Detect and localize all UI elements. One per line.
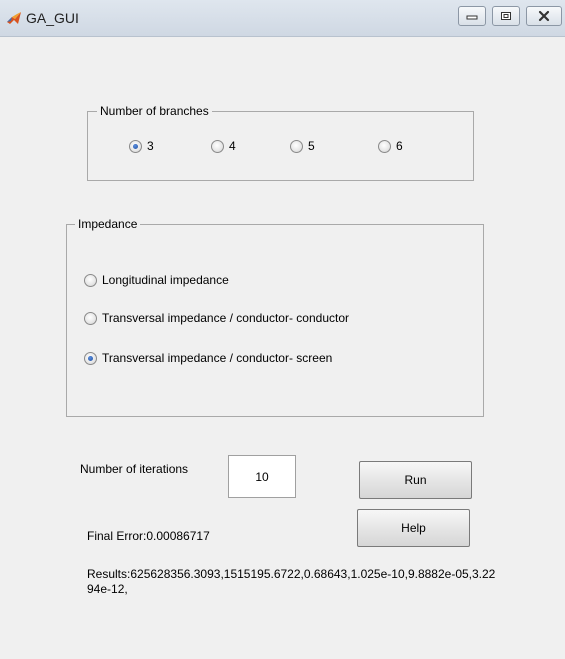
impedance-radio-conductor-conductor[interactable]: Transversal impedance / conductor- condu… [84, 311, 349, 325]
impedance-radio-conductor-screen[interactable]: Transversal impedance / conductor- scree… [84, 351, 332, 365]
branch-label-5: 5 [308, 139, 315, 153]
branch-radio-3[interactable]: 3 [129, 139, 154, 153]
minimize-button[interactable] [458, 6, 486, 26]
branch-radio-6[interactable]: 6 [378, 139, 403, 153]
close-icon [537, 10, 551, 22]
branch-radio-4[interactable]: 4 [211, 139, 236, 153]
results-text: Results:625628356.3093,1515195.6722,0.68… [87, 567, 496, 596]
run-button[interactable]: Run [359, 461, 472, 499]
impedance-radio-longitudinal[interactable]: Longitudinal impedance [84, 273, 229, 287]
radio-unchecked-icon [84, 311, 97, 325]
radio-unchecked-icon [290, 139, 303, 153]
branches-panel-title: Number of branches [97, 104, 212, 118]
minimize-icon [466, 12, 478, 20]
impedance-label-conductor-screen: Transversal impedance / conductor- scree… [102, 351, 333, 365]
final-error-text: Final Error:0.00086717 [87, 529, 210, 543]
iterations-label: Number of iterations [80, 462, 189, 476]
impedance-panel-title: Impedance [75, 217, 141, 231]
impedance-label-conductor-conductor: Transversal impedance / conductor- condu… [102, 311, 350, 325]
branch-label-3: 3 [147, 139, 154, 153]
matlab-logo-icon [6, 10, 22, 26]
radio-checked-icon [129, 139, 142, 153]
title-bar[interactable]: GA_GUI [0, 0, 565, 37]
impedance-label-longitudinal: Longitudinal impedance [102, 273, 229, 287]
branch-label-4: 4 [229, 139, 236, 153]
maximize-button[interactable] [492, 6, 520, 26]
radio-unchecked-icon [84, 273, 97, 287]
branch-label-6: 6 [396, 139, 403, 153]
radio-unchecked-icon [211, 139, 224, 153]
branch-radio-5[interactable]: 5 [290, 139, 315, 153]
close-button[interactable] [526, 6, 562, 26]
window-title: GA_GUI [26, 10, 79, 26]
help-button[interactable]: Help [357, 509, 470, 547]
ga-gui-window: GA_GUI Number of branches 3 4 5 6 Impeda… [0, 0, 565, 659]
iterations-input[interactable]: 10 [228, 455, 296, 498]
radio-unchecked-icon [378, 139, 391, 153]
maximize-icon [500, 11, 512, 21]
radio-checked-icon [84, 351, 97, 365]
